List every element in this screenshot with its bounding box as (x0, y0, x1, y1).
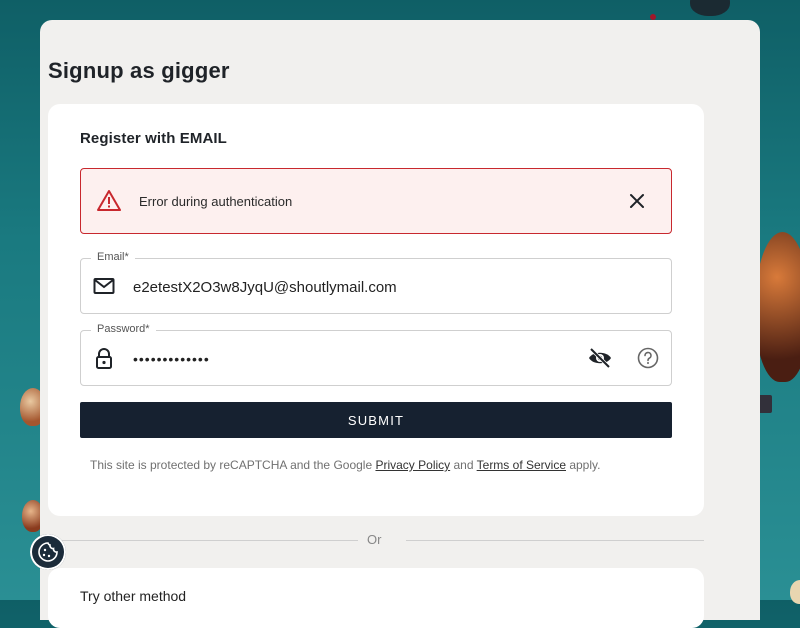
eye-off-icon[interactable] (587, 346, 613, 370)
balloon-decoration (690, 0, 730, 16)
mail-icon (93, 278, 115, 294)
email-label: Email* (91, 251, 135, 263)
help-icon[interactable] (637, 347, 659, 369)
balloon-decoration (790, 580, 800, 604)
submit-button[interactable]: SUBMIT (80, 402, 672, 438)
balloon-basket-decoration (758, 395, 772, 413)
email-field[interactable]: Email* (80, 251, 672, 315)
close-icon[interactable] (627, 191, 647, 211)
recaptcha-suffix: apply. (566, 458, 601, 472)
email-input[interactable] (131, 259, 575, 315)
cookie-settings-button[interactable] (30, 534, 66, 570)
recaptcha-text: This site is protected by reCAPTCHA and … (90, 458, 376, 472)
or-divider: Or (60, 532, 704, 548)
recaptcha-and: and (450, 458, 477, 472)
other-method-title: Try other method (80, 588, 187, 604)
password-field[interactable]: Password* (80, 323, 672, 387)
divider-line (60, 540, 358, 541)
card-subtitle: Register with EMAIL (80, 130, 227, 147)
password-input[interactable] (131, 331, 575, 387)
cookie-icon (38, 542, 58, 562)
privacy-policy-link[interactable]: Privacy Policy (375, 458, 450, 472)
alert-message: Error during authentication (139, 194, 293, 209)
recaptcha-notice: This site is protected by reCAPTCHA and … (90, 458, 600, 472)
other-method-card: Try other method (48, 568, 704, 628)
lock-icon (96, 348, 112, 369)
email-register-card: Register with EMAIL Error during authent… (48, 104, 704, 516)
or-text: Or (367, 532, 382, 547)
terms-of-service-link[interactable]: Terms of Service (477, 458, 566, 472)
divider-line (406, 540, 704, 541)
warning-triangle-icon (97, 190, 121, 211)
page-title: Signup as gigger (48, 58, 230, 83)
error-alert: Error during authentication (80, 168, 672, 234)
balloon-decoration (755, 232, 800, 382)
signup-modal: Signup as gigger Register with EMAIL Err… (40, 20, 760, 628)
